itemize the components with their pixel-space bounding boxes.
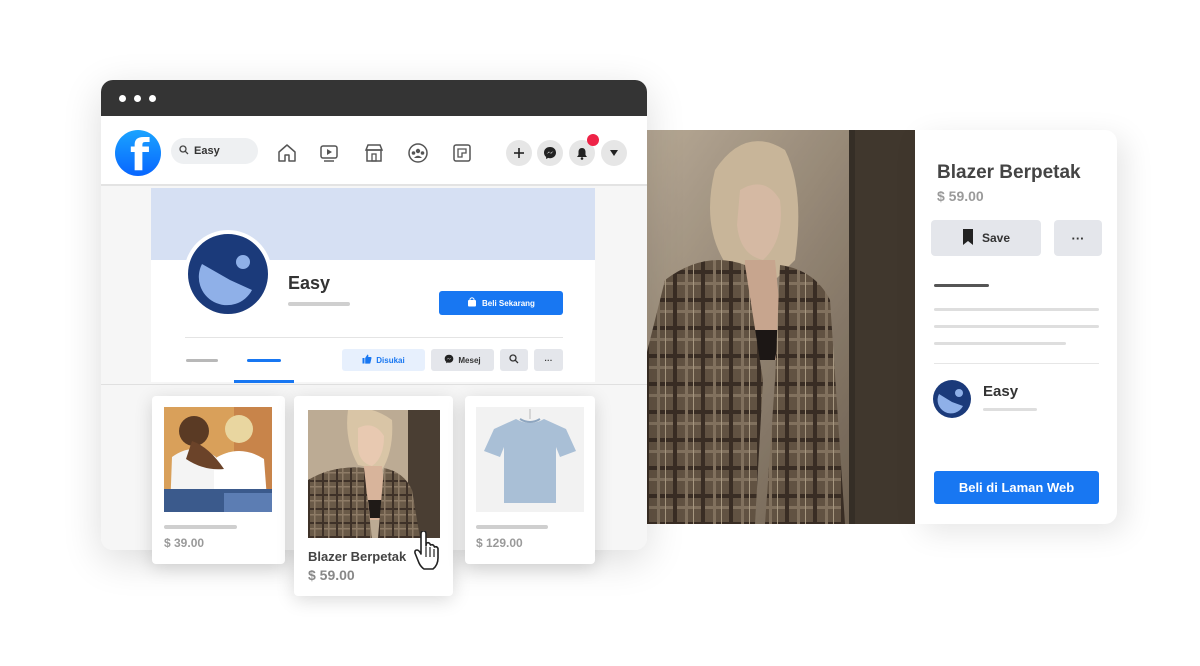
seller-subtitle-placeholder: [983, 408, 1037, 411]
product-title-placeholder: [164, 525, 237, 529]
seller-name[interactable]: Easy: [983, 383, 1018, 400]
detail-text-placeholder: [934, 325, 1099, 328]
messenger-icon[interactable]: [537, 140, 563, 166]
detail-title: Blazer Berpetak: [937, 162, 1081, 183]
page-avatar[interactable]: [184, 230, 272, 318]
detail-price: $ 59.00: [937, 188, 984, 204]
detail-more-button[interactable]: ···: [1054, 220, 1102, 256]
product-price: $ 129.00: [476, 536, 523, 550]
detail-text-placeholder: [934, 342, 1066, 345]
buy-on-website-button[interactable]: Beli di Laman Web: [934, 471, 1099, 504]
detail-divider: [934, 363, 1099, 364]
buy-now-label: Beli Sekarang: [482, 298, 535, 308]
product-price: $ 39.00: [164, 536, 205, 550]
header-divider: [185, 337, 563, 338]
hand-cursor-icon: [414, 530, 442, 571]
detail-heading-placeholder: [934, 284, 989, 287]
product-card[interactable]: $ 129.00: [465, 396, 595, 564]
search-input[interactable]: Easy: [171, 138, 258, 164]
save-button[interactable]: Save: [931, 220, 1041, 256]
messenger-icon: [444, 354, 454, 366]
groups-icon[interactable]: [407, 142, 429, 164]
search-value: Easy: [194, 145, 220, 157]
page-more-button[interactable]: ···: [534, 349, 563, 371]
page-subtitle-placeholder: [288, 302, 350, 306]
page-search-button[interactable]: [500, 349, 528, 371]
product-card[interactable]: $ 39.00: [152, 396, 285, 564]
liked-button[interactable]: Disukai: [342, 349, 425, 371]
product-title: Blazer Berpetak: [308, 549, 407, 564]
buy-now-button[interactable]: Beli Sekarang: [439, 291, 563, 315]
thumbs-up-icon: [362, 354, 372, 366]
home-icon[interactable]: [276, 142, 298, 164]
product-image: [476, 407, 584, 512]
search-icon: [179, 144, 189, 158]
caret-down-icon[interactable]: [601, 140, 627, 166]
window-control-dot[interactable]: [119, 94, 126, 102]
message-label: Mesej: [458, 355, 481, 365]
window-control-dot[interactable]: [134, 94, 141, 102]
plus-icon[interactable]: [506, 140, 532, 166]
marketplace-icon[interactable]: [363, 142, 385, 164]
active-tab-indicator: [234, 380, 294, 383]
product-photo-large: [645, 130, 917, 524]
shopping-bag-icon: [467, 297, 477, 309]
message-button[interactable]: Mesej: [431, 349, 494, 371]
save-label: Save: [981, 231, 1011, 245]
seller-avatar[interactable]: [933, 380, 971, 418]
window-control-dot[interactable]: [149, 94, 156, 102]
top-navigation: f Easy: [101, 116, 647, 186]
tab-shop[interactable]: [247, 359, 281, 362]
watch-icon[interactable]: [318, 142, 340, 164]
search-icon: [509, 354, 519, 366]
gaming-icon[interactable]: [451, 142, 473, 164]
facebook-logo-icon[interactable]: f: [115, 130, 161, 176]
page-title: Easy: [288, 273, 331, 293]
bookmark-icon: [962, 228, 974, 248]
liked-label: Disukai: [376, 355, 405, 365]
product-image: [164, 407, 272, 512]
notification-badge: [587, 134, 599, 146]
product-image: [308, 410, 440, 538]
product-price: $ 59.00: [308, 567, 355, 583]
tab-posts[interactable]: [186, 359, 218, 362]
title-bar: [101, 80, 647, 116]
product-detail-panel: Blazer Berpetak $ 59.00 Save ··· Easy Be…: [915, 130, 1117, 524]
product-title-placeholder: [476, 525, 548, 529]
detail-text-placeholder: [934, 308, 1099, 311]
